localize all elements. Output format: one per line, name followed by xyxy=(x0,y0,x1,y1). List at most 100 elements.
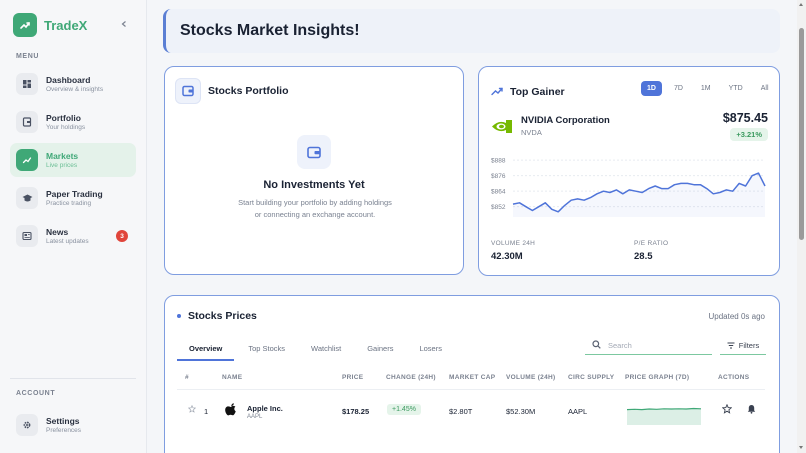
live-dot-icon xyxy=(177,314,181,318)
column-header[interactable]: PRICE GRAPH (7D) xyxy=(625,374,689,381)
wallet-icon xyxy=(16,111,38,133)
column-header[interactable]: ACTIONS xyxy=(718,374,749,381)
price-chart: $888 $876 $864 $852 xyxy=(491,158,766,217)
circ-supply-cell: AAPL xyxy=(568,407,588,416)
empty-state-description: Start building your portfolio by adding … xyxy=(238,198,392,219)
trend-up-icon xyxy=(491,83,503,101)
sidebar-item-label: Dashboard xyxy=(46,75,91,85)
column-header[interactable]: CIRC SUPPLY xyxy=(568,374,614,381)
range-1d-button[interactable]: 1D xyxy=(641,81,662,96)
pe-value: 28.5 xyxy=(634,251,653,262)
card-title: Stocks Portfolio xyxy=(208,85,289,97)
trend-icon xyxy=(16,149,38,171)
column-header[interactable]: VOLUME (24H) xyxy=(506,374,555,381)
portfolio-card: Stocks Portfolio No Investments Yet Star… xyxy=(164,66,464,275)
range-selector: 1D 7D 1M YTD All xyxy=(641,81,781,96)
scroll-up-icon[interactable] xyxy=(799,3,803,6)
brand[interactable]: TradeX xyxy=(13,13,87,37)
star-icon[interactable] xyxy=(187,404,197,415)
series-area xyxy=(513,173,765,217)
table-row[interactable]: 1 Apple Inc. AAPL $178.25 +1.45% $2.80T … xyxy=(177,391,765,431)
pe-label: P/E RATIO xyxy=(634,240,669,247)
y-tick-label: $852 xyxy=(491,204,506,211)
stock-name-cell[interactable]: Apple Inc. AAPL xyxy=(247,404,283,420)
price-cell: $178.25 xyxy=(342,407,370,416)
column-header[interactable]: # xyxy=(185,374,189,381)
column-header[interactable]: CHANGE (24H) xyxy=(386,374,436,381)
watchlist-star-icon[interactable] xyxy=(721,403,733,416)
stock-name: Apple Inc. xyxy=(247,404,283,413)
prices-tabs: Overview Top Stocks Watchlist Gainers Lo… xyxy=(177,340,456,361)
scrollbar-thumb[interactable] xyxy=(799,28,804,240)
scroll-down-icon[interactable] xyxy=(799,446,803,449)
range-7d-button[interactable]: 7D xyxy=(668,81,689,96)
y-tick-label: $864 xyxy=(491,189,506,196)
sidebar-item-news[interactable]: News Latest updates 3 xyxy=(10,219,136,253)
y-tick-label: $876 xyxy=(491,173,506,180)
search-input[interactable]: Search xyxy=(585,336,712,355)
volume-cell: $52.30M xyxy=(506,407,536,416)
row-rank: 1 xyxy=(204,407,209,416)
sidebar-item-label: News xyxy=(46,227,69,237)
sidebar-item-label: Portfolio xyxy=(46,113,81,123)
pe-metric: P/E RATIO 28.5 xyxy=(634,240,668,262)
volume-value: 42.30M xyxy=(491,251,523,262)
grid-icon xyxy=(16,73,38,95)
tab-watchlist[interactable]: Watchlist xyxy=(299,340,353,361)
tab-top-stocks[interactable]: Top Stocks xyxy=(236,340,297,361)
sidebar-item-paper-trading[interactable]: Paper Trading Practice trading xyxy=(10,181,136,215)
y-tick-label: $888 xyxy=(491,158,506,165)
notification-badge: 3 xyxy=(116,230,128,242)
range-1m-button[interactable]: 1M xyxy=(695,81,717,96)
bell-icon[interactable] xyxy=(747,404,756,416)
account-section-label: ACCOUNT xyxy=(16,390,56,397)
page-title: Stocks Market Insights! xyxy=(180,22,360,39)
change-badge: +3.21% xyxy=(730,128,768,141)
tab-overview[interactable]: Overview xyxy=(177,340,235,361)
sidebar-item-portfolio[interactable]: Portfolio Your holdings xyxy=(10,105,136,139)
graduation-cap-icon xyxy=(16,187,38,209)
sidebar-divider xyxy=(10,378,136,379)
sidebar-item-subtitle: Latest updates xyxy=(46,238,89,245)
sidebar-item-dashboard[interactable]: Dashboard Overview & insights xyxy=(10,67,136,101)
filters-button[interactable]: Filters xyxy=(720,336,766,355)
card-title: Top Gainer xyxy=(510,86,565,98)
sidebar-item-settings[interactable]: Settings Preferences xyxy=(10,408,136,442)
volume-metric: VOLUME 24H 42.30M xyxy=(491,240,535,262)
gear-icon xyxy=(16,414,38,436)
chevron-left-icon[interactable] xyxy=(117,17,131,31)
apple-logo-icon xyxy=(223,402,239,422)
filter-icon xyxy=(727,342,735,348)
empty-state-title: No Investments Yet xyxy=(263,179,365,191)
nvidia-logo-icon xyxy=(491,117,513,135)
sparkline-area xyxy=(627,408,701,425)
search-icon xyxy=(592,336,601,354)
sidebar-item-subtitle: Overview & insights xyxy=(46,86,104,93)
change-cell: +1.45% xyxy=(387,404,421,415)
tab-gainers[interactable]: Gainers xyxy=(355,340,405,361)
trend-up-icon xyxy=(13,13,37,37)
company-info: NVIDIA Corporation NVDA xyxy=(491,115,610,137)
card-title: Stocks Prices xyxy=(188,310,257,322)
sidebar-item-markets[interactable]: Markets Live prices xyxy=(10,143,136,177)
range-all-button[interactable]: All xyxy=(755,81,775,96)
sparkline xyxy=(627,407,701,425)
sidebar-item-label: Paper Trading xyxy=(46,189,103,199)
menu-section-label: MENU xyxy=(16,53,40,60)
newspaper-icon xyxy=(16,225,38,247)
company-name: NVIDIA Corporation xyxy=(521,115,610,126)
wallet-icon xyxy=(297,135,331,169)
sidebar-item-label: Markets xyxy=(46,151,79,161)
column-header[interactable]: MARKET CAP xyxy=(449,374,495,381)
filters-label: Filters xyxy=(738,340,760,350)
tab-losers[interactable]: Losers xyxy=(407,340,454,361)
market-cap-cell: $2.80T xyxy=(449,407,473,416)
updated-status: Updated 0s ago xyxy=(708,312,766,321)
sidebar-item-subtitle: Practice trading xyxy=(46,200,92,207)
table-header: # NAME PRICE CHANGE (24H) MARKET CAP VOL… xyxy=(177,364,765,390)
page-scrollbar[interactable] xyxy=(797,0,806,453)
range-ytd-button[interactable]: YTD xyxy=(723,81,749,96)
column-header[interactable]: NAME xyxy=(222,374,242,381)
column-header[interactable]: PRICE xyxy=(342,374,363,381)
stock-prices-card: Stocks Prices Updated 0s ago Overview To… xyxy=(164,295,780,453)
